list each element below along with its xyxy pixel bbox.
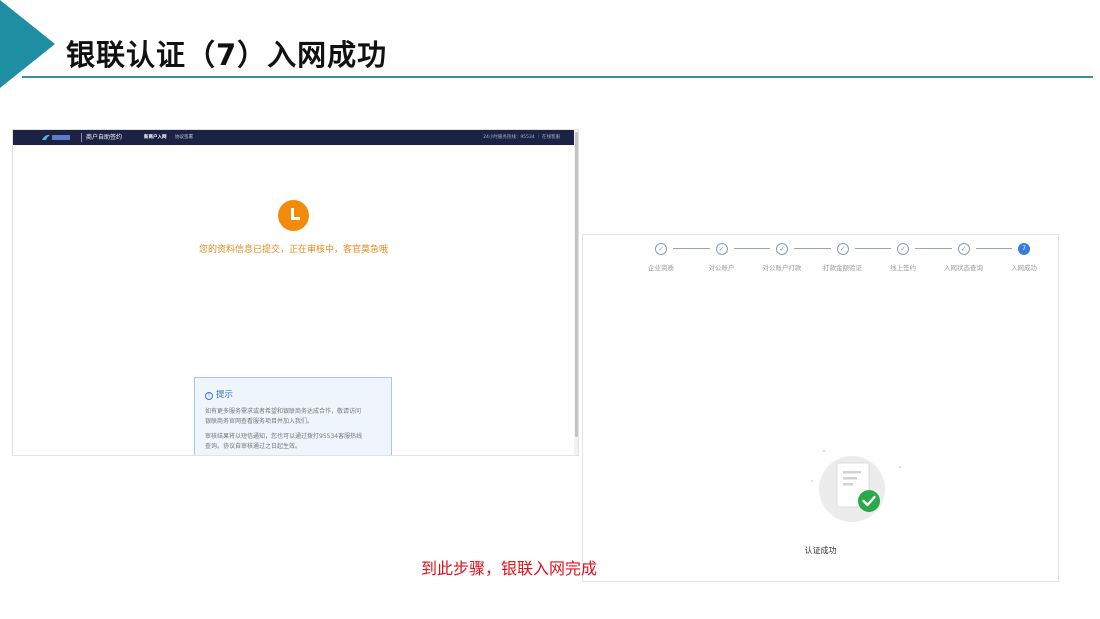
step-label: 入网成功 xyxy=(1011,264,1037,272)
slide-header: 银联认证（7）入网成功 xyxy=(0,0,1100,90)
step-active-indicator: 7 xyxy=(1018,243,1030,255)
vertical-scrollbar[interactable] xyxy=(574,130,578,455)
step-connector-line xyxy=(733,248,770,249)
nav-divider xyxy=(81,133,82,142)
step-label: 线上签约 xyxy=(890,264,916,272)
step-connector-line xyxy=(794,248,831,249)
tip-box: ! 提示 如有更多服务需求或者希望和银联商务达成合作，敬请访问 银联商务官网查看服… xyxy=(194,377,392,455)
step-check-icon: ✓ xyxy=(836,243,849,255)
tip-line: 审核结果将以短信通知，您也可以通过拨打95534客服热线 xyxy=(205,433,363,440)
tip-line: 查询。协议自审核通过之日起生效。 xyxy=(205,443,302,450)
tip-title-text: 提示 xyxy=(216,390,234,400)
top-nav-bar: 商户自助签约 新商户入网 协议签署 24小时服务热线：95534 ｜ 在线客服 xyxy=(13,130,574,145)
nav-brand: 商户自助签约 xyxy=(86,134,123,141)
tip-title: ! 提示 xyxy=(205,388,233,400)
slide-caption: 到此步骤，银联入网完成 xyxy=(421,559,598,578)
step-check-icon: ✓ xyxy=(776,243,788,255)
pending-review-message: 您的资料信息已提交，正在审核中，客官莫急哦 xyxy=(198,245,388,255)
step-connector-line xyxy=(915,248,952,249)
step-label: 企业资质 xyxy=(648,264,674,272)
nav-item-new-merchant[interactable]: 新商户入网 xyxy=(144,131,167,144)
step-connector-line xyxy=(673,248,710,249)
tip-line: 如有更多服务需求或者希望和银联商务达成合作，敬请访问 xyxy=(205,408,362,415)
clock-icon xyxy=(278,200,309,231)
step-check-icon: ✓ xyxy=(957,243,970,255)
step-connector-line xyxy=(975,248,1012,249)
step-connector-line xyxy=(854,248,891,249)
scrollbar-thumb[interactable] xyxy=(575,132,578,437)
screenshot-review-pending: 商户自助签约 新商户入网 协议签署 24小时服务热线：95534 ｜ 在线客服 … xyxy=(12,129,579,456)
step-label: 对公账户 xyxy=(708,264,735,272)
nav-hotline[interactable]: 24小时服务热线：95534 ｜ 在线客服 xyxy=(483,131,560,144)
success-message: 认证成功 xyxy=(804,546,837,555)
step-label: 入网状态查询 xyxy=(944,264,983,272)
unionpay-logo-icon xyxy=(42,134,70,140)
header-rule xyxy=(22,76,1093,78)
header-triangle-decoration xyxy=(0,0,55,88)
tip-line: 银联商务官网查看服务项目并加入我们。 xyxy=(205,418,314,425)
nav-item-agreement[interactable]: 协议签署 xyxy=(175,131,193,144)
info-icon: ! xyxy=(205,392,213,400)
step-check-icon: ✓ xyxy=(715,243,728,255)
step-check-icon: ✓ xyxy=(897,243,909,255)
screenshot-certification-success: ✓ 企业资质 ✓ 对公账户 ✓ 对公账户打款 ✓ 打款金额验证 ✓ 线上签约 ✓ 入网状态查询 7 入网成… xyxy=(582,234,1059,582)
document-success-icon xyxy=(811,450,901,522)
step-label: 对公账户打款 xyxy=(762,264,802,272)
step-check-icon: ✓ xyxy=(655,243,667,255)
slide-title: 银联认证（7）入网成功 xyxy=(66,38,388,72)
step-label: 打款金额验证 xyxy=(823,264,862,272)
